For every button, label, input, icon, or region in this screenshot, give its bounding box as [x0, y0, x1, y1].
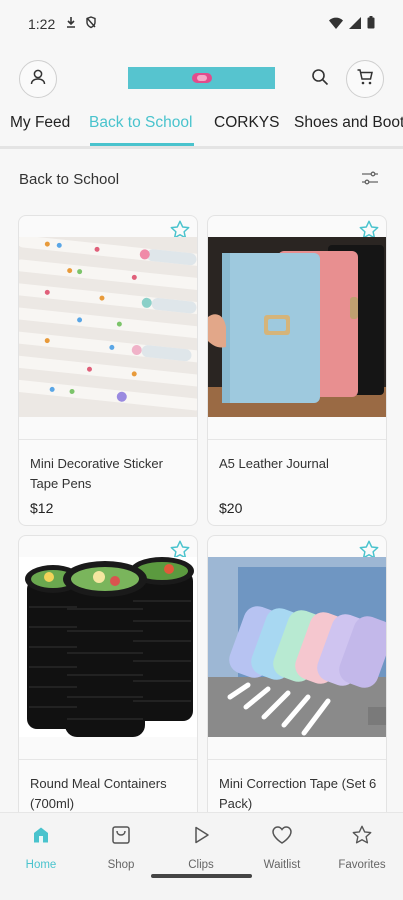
bottom-navigation: Home Shop Clips Waitlist Favorites [0, 812, 403, 900]
nav-shop[interactable]: Shop [86, 823, 156, 871]
shield-off-icon [85, 16, 97, 32]
card-divider [208, 759, 386, 760]
battery-icon [367, 16, 375, 32]
product-name[interactable]: Round Meal Containers (700ml) [30, 774, 190, 814]
tab-shoes-and-boots[interactable]: Shoes and Boots [294, 114, 403, 132]
cart-button[interactable] [346, 60, 384, 98]
tabs-divider [0, 146, 403, 149]
product-card[interactable]: Mini Correction Tape (Set 6 Pack) [207, 535, 387, 846]
nav-home[interactable]: Home [6, 823, 76, 871]
tab-corkys[interactable]: CORKYS [214, 114, 279, 132]
cart-icon [356, 68, 374, 91]
category-tabs: My Feed Back to School CORKYS Shoes and … [0, 108, 403, 146]
tab-back-to-school[interactable]: Back to School [89, 114, 192, 132]
star-icon [327, 823, 397, 847]
nav-clips[interactable]: Clips [166, 823, 236, 871]
product-card[interactable]: A5 Leather Journal $20 [207, 215, 387, 526]
top-app-bar [0, 56, 403, 102]
nav-shop-label: Shop [107, 859, 135, 871]
product-image[interactable] [19, 557, 197, 737]
heart-icon [247, 823, 317, 847]
product-card[interactable]: Mini Decorative Sticker Tape Pens $12 [18, 215, 198, 526]
product-card[interactable]: Round Meal Containers (700ml) [18, 535, 198, 846]
sliders-icon [361, 170, 379, 191]
product-image[interactable] [208, 237, 386, 417]
home-icon [6, 823, 76, 847]
product-image[interactable] [19, 237, 197, 417]
nav-waitlist[interactable]: Waitlist [247, 823, 317, 871]
tab-my-feed[interactable]: My Feed [10, 114, 70, 132]
wifi-icon [329, 16, 343, 32]
search-icon [311, 68, 329, 91]
product-image[interactable] [208, 557, 386, 737]
card-divider [19, 759, 197, 760]
product-name[interactable]: Mini Decorative Sticker Tape Pens [30, 454, 190, 494]
play-icon [166, 823, 236, 847]
nav-clips-label: Clips [188, 859, 214, 871]
card-divider [208, 439, 386, 440]
nav-waitlist-label: Waitlist [263, 859, 301, 871]
product-name[interactable]: A5 Leather Journal [219, 454, 379, 474]
logo-mark [191, 73, 212, 83]
product-name[interactable]: Mini Correction Tape (Set 6 Pack) [219, 774, 379, 814]
product-price: $12 [30, 500, 54, 516]
nav-favorites-label: Favorites [338, 859, 386, 871]
download-icon [65, 16, 77, 32]
status-time: 1:22 [28, 16, 56, 32]
product-price: $20 [219, 500, 243, 516]
card-divider [19, 439, 197, 440]
nav-home-label: Home [25, 859, 57, 871]
section-header: Back to School [0, 160, 403, 200]
gesture-bar[interactable] [151, 874, 252, 878]
profile-button[interactable] [19, 60, 57, 98]
search-button[interactable] [305, 64, 335, 94]
filter-button[interactable] [354, 164, 386, 196]
user-icon [29, 68, 47, 91]
app-logo[interactable] [128, 67, 275, 89]
nav-favorites[interactable]: Favorites [327, 823, 397, 871]
signal-icon [349, 16, 361, 32]
section-title: Back to School [19, 171, 120, 188]
status-bar: 1:22 [0, 0, 403, 48]
shop-icon [86, 823, 156, 847]
